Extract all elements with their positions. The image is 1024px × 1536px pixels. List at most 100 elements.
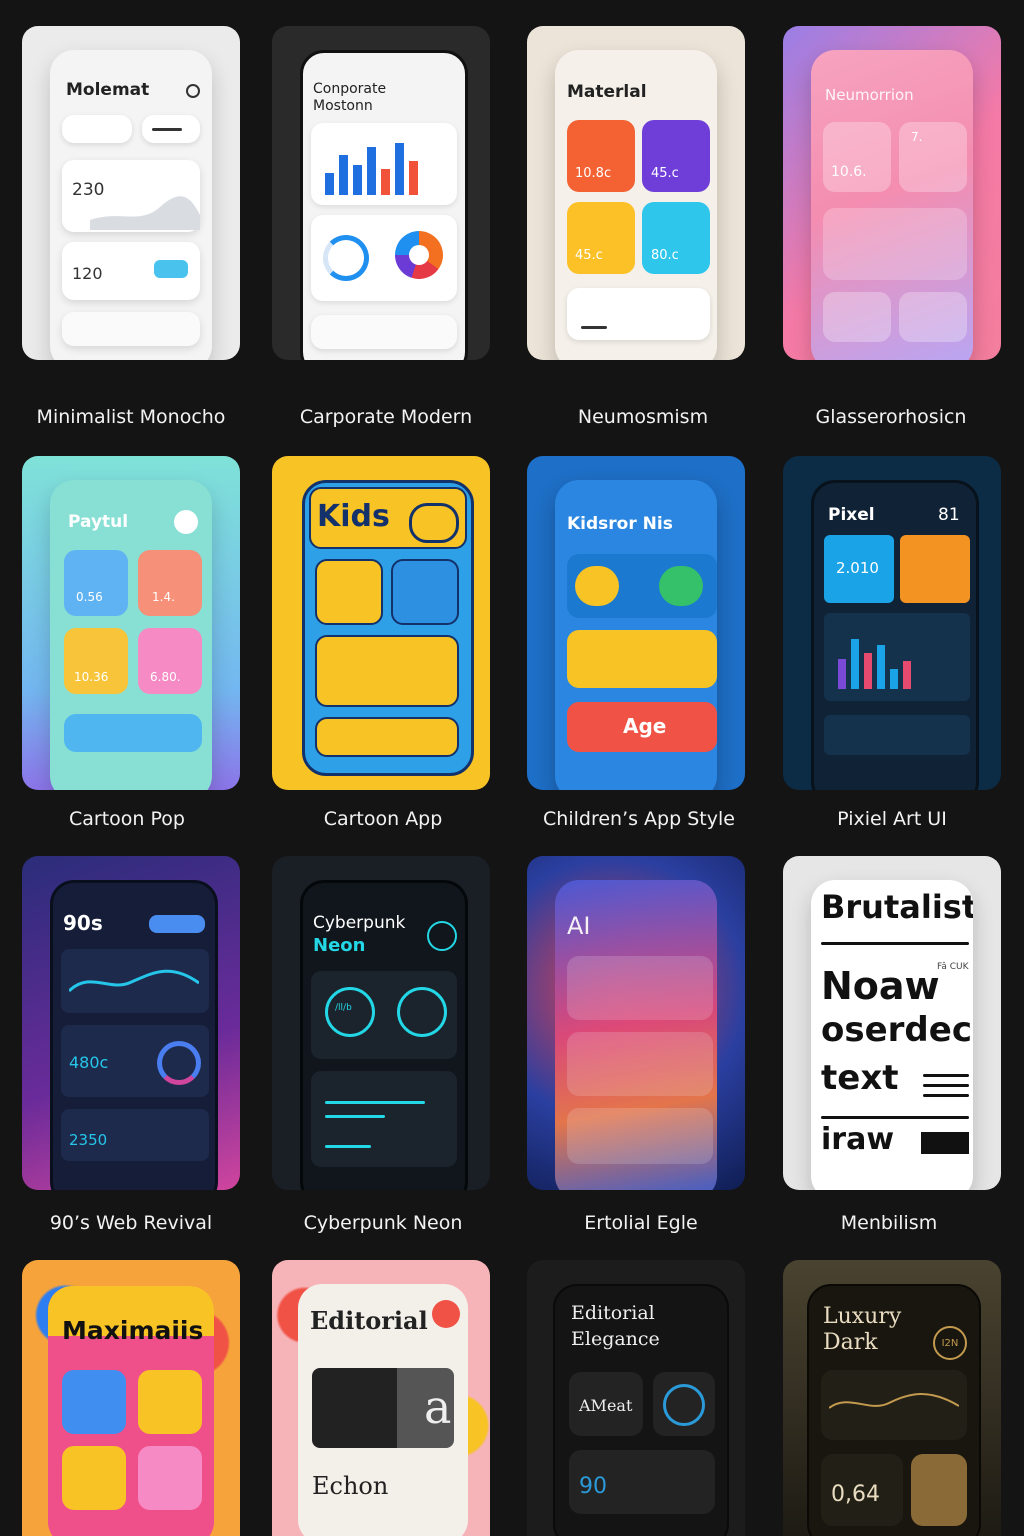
style-card-ai[interactable]: AI bbox=[527, 856, 745, 1190]
style-card-cartoon-pop[interactable]: Paytul 0.56 1.4. 10.36 6.80. bbox=[22, 456, 240, 790]
glass-button[interactable] bbox=[899, 292, 967, 342]
phone-mockup: Maximaiis bbox=[48, 1286, 214, 1536]
info-chip bbox=[62, 115, 132, 143]
phone-mockup: Brutalist Fâ CUK Noaw oserdec text iraw bbox=[811, 880, 973, 1190]
tile-orange[interactable] bbox=[900, 535, 970, 603]
glass-tile[interactable] bbox=[823, 122, 891, 192]
tile-value: 45.c bbox=[651, 166, 679, 181]
glass-tile[interactable] bbox=[899, 122, 967, 192]
phone-mockup: 90s 480c 2350 bbox=[50, 880, 218, 1190]
metric-value: 0,64 bbox=[831, 1482, 880, 1507]
style-card-cartoon-app[interactable]: Kids bbox=[272, 456, 490, 790]
tile-purple[interactable] bbox=[642, 120, 710, 192]
age-label: Age bbox=[623, 714, 667, 738]
app-subtitle: Neon bbox=[313, 935, 366, 956]
card-label: AMeat bbox=[579, 1396, 633, 1415]
app-title: Molemat bbox=[66, 80, 150, 100]
app-title: Materlal bbox=[567, 82, 647, 102]
style-card-cyberpunk[interactable]: Cyberpunk Neon /ll/b bbox=[272, 856, 490, 1190]
tile-pink[interactable] bbox=[138, 628, 202, 694]
app-title: 90s bbox=[63, 911, 103, 935]
app-subtitle: Mostonn bbox=[313, 98, 373, 114]
glass-panel[interactable] bbox=[567, 1032, 713, 1096]
badge-icon[interactable]: I2N bbox=[933, 1326, 967, 1360]
card-caption: Children’s App Style bbox=[543, 808, 735, 830]
style-card-glass[interactable]: Neumorrion 10.6. 7. bbox=[783, 26, 1001, 360]
section-word: Echon bbox=[312, 1472, 389, 1500]
gauge-ring bbox=[157, 1041, 201, 1085]
bottom-nav[interactable] bbox=[62, 312, 200, 346]
app-title: Conporate bbox=[313, 81, 387, 97]
phone-mockup: Editorial Elegance AMeat 90 bbox=[553, 1284, 729, 1536]
tile-peach[interactable] bbox=[138, 550, 202, 616]
card-caption: Menbilism bbox=[840, 1212, 938, 1234]
style-card-editorial[interactable]: Editorial a Echon bbox=[272, 1260, 490, 1536]
app-title: Editorial bbox=[310, 1306, 428, 1335]
score-value: 81 bbox=[938, 505, 960, 525]
tile-cyan[interactable] bbox=[642, 202, 710, 274]
style-card-corporate[interactable]: Conporate Mostonn bbox=[272, 26, 490, 360]
style-card-luxury[interactable]: Luxury Dark I2N 0,64 bbox=[783, 1260, 1001, 1536]
phone-mockup: AI bbox=[555, 880, 717, 1190]
style-card-maximalism[interactable]: Maximaiis bbox=[22, 1260, 240, 1536]
style-card-minimalist[interactable]: Molemat 230 120 bbox=[22, 26, 240, 360]
glass-button[interactable] bbox=[823, 292, 891, 342]
tile-value: 1.4. bbox=[152, 590, 175, 604]
yellow-card[interactable] bbox=[567, 630, 717, 688]
phone-mockup: Molemat 230 120 bbox=[50, 50, 212, 360]
phone-mockup: Cyberpunk Neon /ll/b bbox=[300, 880, 468, 1190]
tile[interactable] bbox=[391, 559, 459, 625]
toggle-button[interactable] bbox=[149, 915, 205, 933]
style-card-editorial-elegance[interactable]: Editorial Elegance AMeat 90 bbox=[527, 1260, 745, 1536]
footer-word: iraw bbox=[821, 1122, 895, 1157]
pattern-tile[interactable] bbox=[62, 1370, 126, 1434]
bottom-nav[interactable] bbox=[824, 715, 970, 755]
style-card-brutalist[interactable]: Brutalist Fâ CUK Noaw oserdec text iraw bbox=[783, 856, 1001, 1190]
action-button[interactable] bbox=[154, 260, 188, 278]
tile-value: 10.8c bbox=[575, 166, 612, 181]
black-button[interactable] bbox=[921, 1132, 969, 1154]
tile-orange[interactable] bbox=[567, 120, 635, 192]
face-badge[interactable] bbox=[409, 503, 459, 543]
headline-1: Noaw bbox=[821, 964, 940, 1008]
menu-icon[interactable] bbox=[427, 921, 457, 951]
bar-chart bbox=[838, 633, 958, 689]
glass-panel[interactable] bbox=[567, 956, 713, 1020]
style-card-pixel[interactable]: Pixel 81 2.010 bbox=[783, 456, 1001, 790]
bar-chart bbox=[325, 133, 445, 195]
tile-value: 45.c bbox=[575, 248, 603, 263]
gauge-value: 480c bbox=[69, 1053, 109, 1072]
slider-bar[interactable] bbox=[64, 714, 202, 752]
circle-icon[interactable] bbox=[186, 84, 200, 98]
tile-yellow[interactable] bbox=[64, 628, 128, 694]
stat-value: 120 bbox=[72, 264, 103, 283]
bottom-nav[interactable] bbox=[311, 315, 457, 349]
app-title: Maximaiis bbox=[62, 1316, 204, 1345]
wave-chart bbox=[90, 196, 200, 230]
phone-mockup: Luxury Dark I2N 0,64 bbox=[807, 1284, 981, 1536]
accent-dot bbox=[432, 1300, 460, 1328]
style-card-childrens[interactable]: Kidsror Nis Age bbox=[527, 456, 745, 790]
tile-yellow[interactable] bbox=[567, 202, 635, 274]
glass-chart bbox=[823, 208, 967, 280]
pattern-tile[interactable] bbox=[138, 1446, 202, 1510]
tile[interactable] bbox=[315, 559, 383, 625]
glass-panel[interactable] bbox=[567, 1108, 713, 1164]
tile-value: 0.56 bbox=[76, 590, 103, 604]
tile[interactable] bbox=[315, 635, 459, 707]
ring bbox=[663, 1384, 705, 1426]
pattern-tile[interactable] bbox=[138, 1370, 202, 1434]
card-caption: Minimalist Monocho bbox=[36, 406, 226, 428]
ring-gauge bbox=[397, 987, 447, 1037]
action-bar[interactable] bbox=[315, 717, 459, 757]
card-caption: Glasserorhosicn bbox=[815, 406, 967, 428]
card-caption: Cartoon App bbox=[323, 808, 443, 830]
menu-tile[interactable] bbox=[911, 1454, 967, 1526]
tile-blue[interactable] bbox=[64, 550, 128, 616]
app-title: Cyberpunk bbox=[313, 913, 406, 933]
pattern-tile[interactable] bbox=[62, 1446, 126, 1510]
style-card-90s[interactable]: 90s 480c 2350 bbox=[22, 856, 240, 1190]
phone-mockup: Editorial a Echon bbox=[298, 1284, 468, 1536]
clock-icon[interactable] bbox=[174, 510, 198, 534]
style-card-material[interactable]: Materlal 10.8c 45.c 45.c 80.c bbox=[527, 26, 745, 360]
